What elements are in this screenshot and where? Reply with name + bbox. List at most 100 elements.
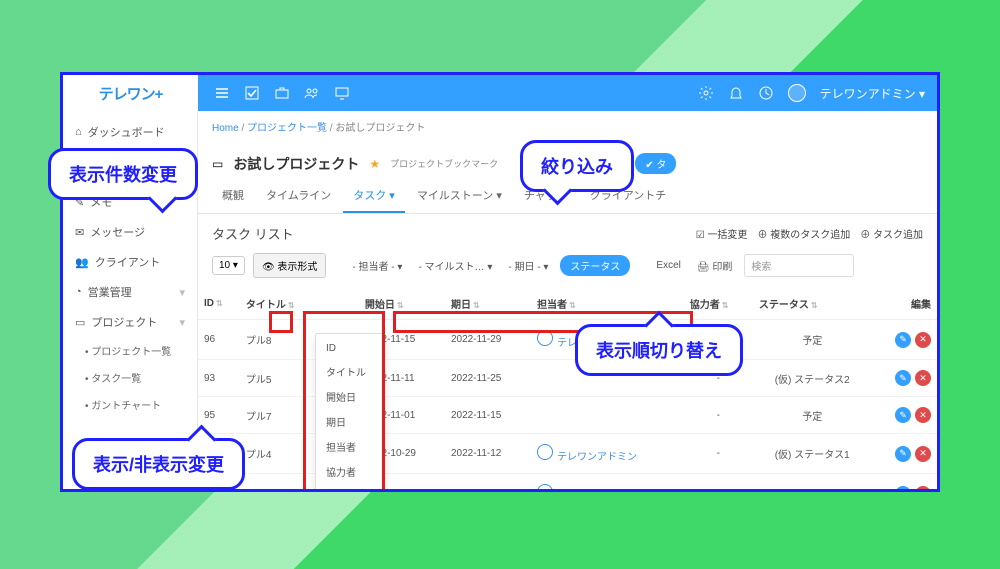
- users-icon: 👥: [75, 256, 89, 269]
- clock-icon[interactable]: [758, 85, 774, 101]
- cell-actions: ✎✕: [872, 360, 937, 397]
- cell-actions: ✎✕: [872, 434, 937, 474]
- breadcrumb-home[interactable]: Home: [212, 123, 239, 134]
- edit-button[interactable]: ✎: [895, 486, 911, 490]
- annotation-columns: 表示/非表示変更: [72, 438, 245, 490]
- delete-button[interactable]: ✕: [915, 486, 931, 490]
- edit-button[interactable]: ✎: [895, 446, 911, 462]
- columns-menu-item[interactable]: タイトル: [316, 359, 384, 384]
- page-size-select[interactable]: 10 ▾: [212, 256, 245, 275]
- annotation-sort: 表示順切り替え: [575, 324, 743, 376]
- table-row[interactable]: 96プル82022-11-152022-11-29テレワンアドミン-予定✎✕: [198, 320, 937, 360]
- th-start[interactable]: 開始日⇅: [359, 288, 445, 320]
- briefcase-icon[interactable]: [274, 85, 290, 101]
- monitor-icon[interactable]: [334, 85, 350, 101]
- breadcrumb-projects[interactable]: プロジェクト一覧: [247, 123, 327, 134]
- briefcase-icon: ▭: [212, 157, 223, 171]
- delete-button[interactable]: ✕: [915, 370, 931, 386]
- menu-icon[interactable]: [214, 85, 230, 101]
- columns-menu: IDタイトル開始日期日担当者協力者ステータス編集: [315, 333, 385, 492]
- table-row[interactable]: プル42022-10-292022-11-12テレワンアドミン-(仮) ステータ…: [198, 434, 937, 474]
- table-row[interactable]: プル62022-10-112022-10-25テレワンアドミン-予定✎✕: [198, 474, 937, 490]
- check-icon[interactable]: [244, 85, 260, 101]
- columns-menu-item[interactable]: 協力者: [316, 459, 384, 484]
- sidebar-item-message[interactable]: ✉メッセージ: [63, 217, 197, 247]
- cell-due: 2022-11-25: [445, 360, 531, 397]
- cell-id: 96: [198, 320, 240, 360]
- sidebar-sub-gantt[interactable]: • ガントチャート: [63, 391, 197, 418]
- cell-due: 2022-10-25: [445, 474, 531, 490]
- cell-status: (仮) ステータス2: [753, 360, 872, 397]
- filter-milestone[interactable]: - マイルスト… ▾: [414, 255, 496, 276]
- columns-menu-item[interactable]: 担当者: [316, 434, 384, 459]
- filter-row: 10 ▾ 👁 表示形式 - 担当者 - ▾ - マイルスト… ▾ - 期日 - …: [198, 247, 937, 288]
- cell-due: 2022-11-29: [445, 320, 531, 360]
- delete-button[interactable]: ✕: [915, 446, 931, 462]
- avatar[interactable]: [788, 84, 806, 102]
- avatar-icon: [537, 444, 553, 460]
- sidebar-item-dashboard[interactable]: ⌂ダッシュボード: [63, 117, 197, 147]
- tab-timeline[interactable]: タイムライン: [256, 179, 341, 213]
- search-input[interactable]: 検索: [744, 254, 854, 277]
- cell-status: (仮) ステータス1: [753, 434, 872, 474]
- sidebar-sub-task-list[interactable]: • タスク一覧: [63, 364, 197, 391]
- edit-button[interactable]: ✎: [895, 407, 911, 423]
- project-title: お試しプロジェクト: [233, 154, 359, 174]
- breadcrumb: Home / プロジェクト一覧 / お試しプロジェクト: [198, 111, 937, 142]
- task-table: ID⇅ タイトル⇅ 開始日⇅ 期日⇅ 担当者⇅ 協力者⇅ ステータス⇅ 編集 9…: [198, 288, 937, 489]
- cell-due: 2022-11-12: [445, 434, 531, 474]
- sidebar-item-client[interactable]: 👥クライアント: [63, 247, 197, 277]
- add-task-button[interactable]: ⊕ タスク追加: [860, 226, 923, 241]
- sidebar-item-project[interactable]: ▭プロジェクト▾: [63, 307, 197, 337]
- cell-assignee: テレワンアドミン: [531, 434, 684, 474]
- columns-menu-item[interactable]: ID: [316, 338, 384, 359]
- sidebar-sub-project-list[interactable]: • プロジェクト一覧: [63, 337, 197, 364]
- filter-due[interactable]: - 期日 - ▾: [504, 255, 552, 276]
- multi-add-button[interactable]: ⊕ 複数のタスク追加: [757, 226, 850, 241]
- th-status[interactable]: ステータス⇅: [753, 288, 872, 320]
- bulk-edit-button[interactable]: ☑ 一括変更: [696, 226, 748, 241]
- cell-due: 2022-11-15: [445, 397, 531, 434]
- table-row[interactable]: 95プル72022-11-012022-11-15-予定✎✕: [198, 397, 937, 434]
- funnel-icon: ◔: [75, 286, 82, 298]
- columns-menu-item[interactable]: 開始日: [316, 384, 384, 409]
- export-excel[interactable]: Excel: [652, 257, 684, 274]
- edit-button[interactable]: ✎: [895, 332, 911, 348]
- delete-button[interactable]: ✕: [915, 407, 931, 423]
- delete-button[interactable]: ✕: [915, 332, 931, 348]
- cell-actions: ✎✕: [872, 474, 937, 490]
- star-icon[interactable]: ★: [369, 157, 380, 171]
- topbar-left-icons: [214, 85, 350, 101]
- gauge-icon: ⌂: [75, 126, 82, 138]
- users-icon[interactable]: [304, 85, 320, 101]
- project-cta[interactable]: ✔ タ: [635, 153, 676, 174]
- tab-tasks[interactable]: タスク ▾: [343, 179, 405, 213]
- cell-id: 93: [198, 360, 240, 397]
- bookmark-link[interactable]: プロジェクトブックマーク: [390, 157, 498, 170]
- annotation-page-size: 表示件数変更: [48, 148, 198, 200]
- print-button[interactable]: 🖨 印刷: [693, 255, 736, 276]
- columns-menu-item[interactable]: ステータス: [316, 484, 384, 492]
- bell-icon[interactable]: [728, 85, 744, 101]
- tab-milestones[interactable]: マイルストーン ▾: [407, 179, 512, 213]
- list-header: タスク リスト ☑ 一括変更 ⊕ 複数のタスク追加 ⊕ タスク追加: [198, 214, 937, 247]
- th-id[interactable]: ID⇅: [198, 288, 240, 320]
- list-title: タスク リスト: [212, 224, 294, 243]
- filter-status[interactable]: ステータス: [560, 255, 630, 276]
- th-collab[interactable]: 協力者⇅: [684, 288, 753, 320]
- tab-overview[interactable]: 概観: [212, 179, 254, 213]
- filter-assignee[interactable]: - 担当者 - ▾: [348, 255, 406, 276]
- columns-menu-item[interactable]: 期日: [316, 409, 384, 434]
- sidebar-item-sales[interactable]: ◔営業管理▾: [63, 277, 197, 307]
- cell-actions: ✎✕: [872, 397, 937, 434]
- topbar: テレワン+ テレワンアドミン ▾: [63, 75, 937, 111]
- edit-button[interactable]: ✎: [895, 370, 911, 386]
- columns-button[interactable]: 👁 表示形式: [253, 253, 326, 278]
- th-due[interactable]: 期日⇅: [445, 288, 531, 320]
- th-title[interactable]: タイトル⇅: [240, 288, 359, 320]
- table-row[interactable]: 93プル52022-11-112022-11-25-(仮) ステータス2✎✕: [198, 360, 937, 397]
- user-menu[interactable]: テレワンアドミン ▾: [820, 85, 925, 102]
- avatar-icon: [537, 330, 553, 346]
- gear-icon[interactable]: [698, 85, 714, 101]
- brand-logo[interactable]: テレワン+: [63, 75, 198, 111]
